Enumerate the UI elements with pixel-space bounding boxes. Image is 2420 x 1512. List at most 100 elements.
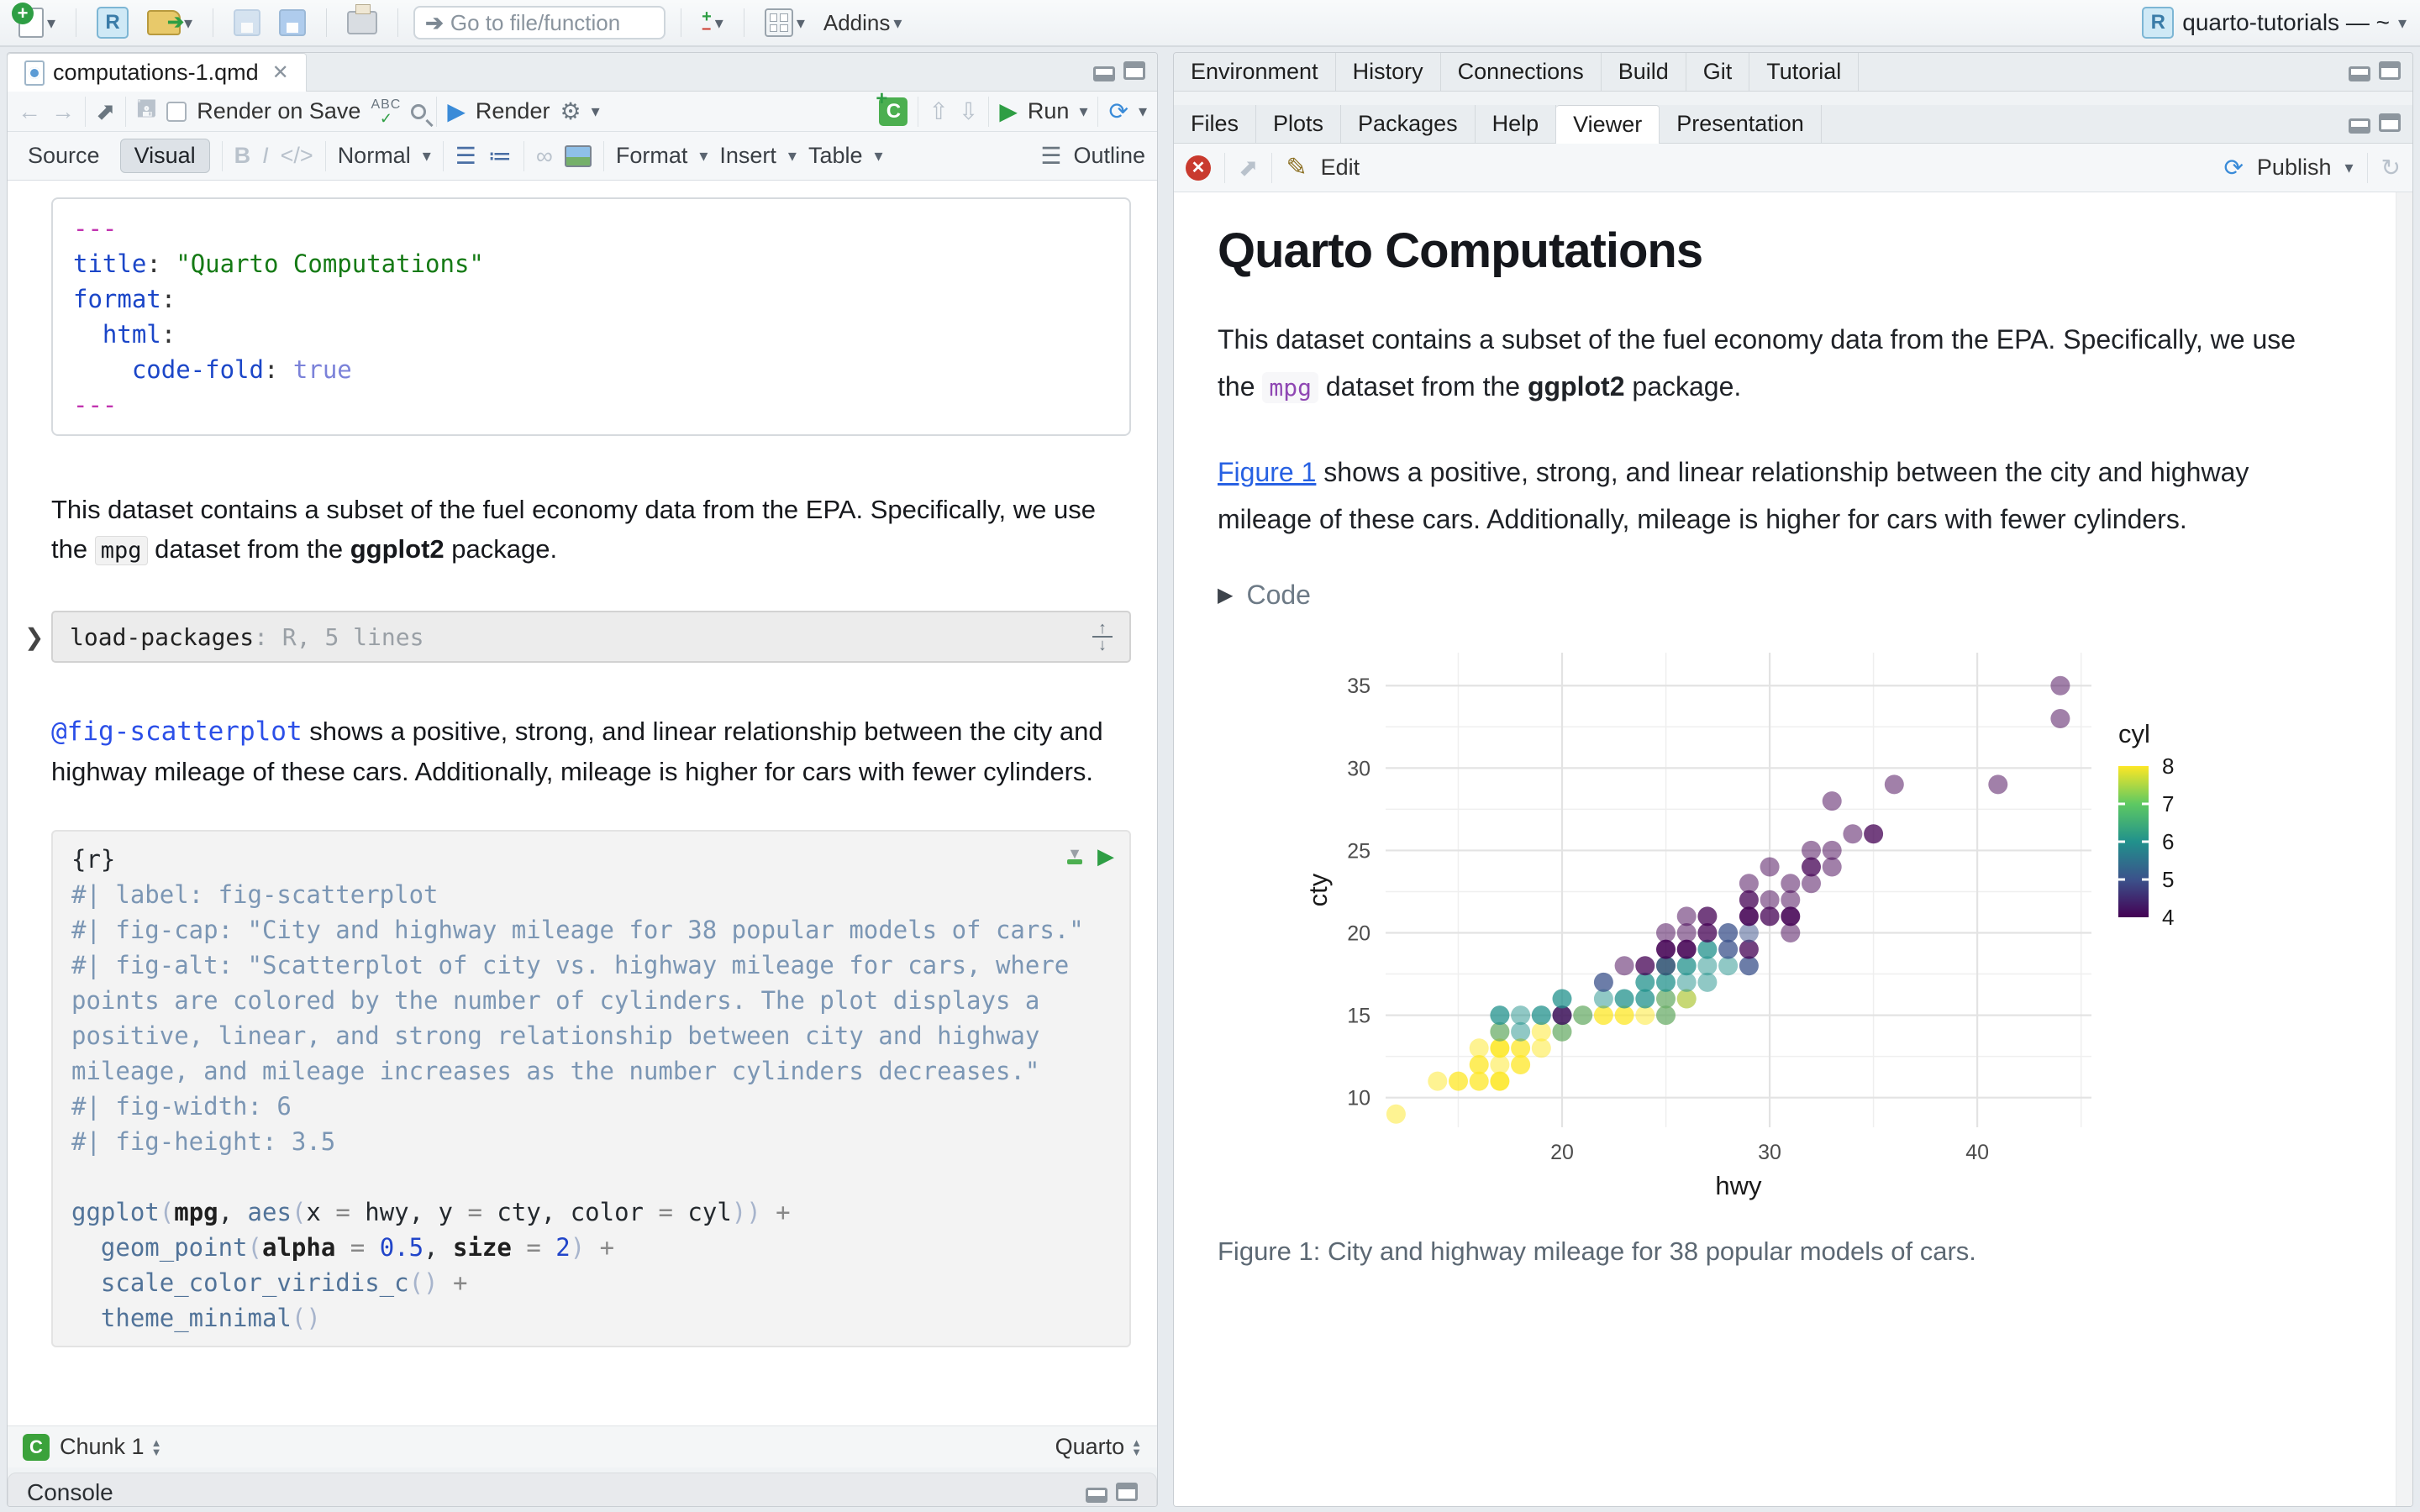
run-chunk-icon[interactable]: ▶ xyxy=(1097,843,1114,869)
addins-button[interactable]: Addins ▾ xyxy=(818,7,908,39)
italic-button[interactable]: I xyxy=(262,143,269,169)
tab-help[interactable]: Help xyxy=(1476,105,1557,143)
data-point xyxy=(1718,923,1738,942)
tab-history[interactable]: History xyxy=(1336,53,1441,91)
minimize-pane-icon[interactable] xyxy=(2349,118,2370,134)
code-format-button[interactable]: </> xyxy=(281,143,313,169)
data-point xyxy=(1553,1022,1572,1042)
chunk-position[interactable]: Chunk 1 xyxy=(60,1434,145,1460)
render-button[interactable]: Render xyxy=(476,98,550,124)
tab-packages[interactable]: Packages xyxy=(1341,105,1476,143)
insert-chunk-button[interactable]: C xyxy=(879,97,908,126)
print-button[interactable] xyxy=(342,8,382,38)
text-run: ggplot2 xyxy=(1528,371,1625,402)
outline-toggle[interactable]: Outline xyxy=(1073,143,1145,169)
stop-icon[interactable]: ✕ xyxy=(1186,155,1211,181)
doc-type-label[interactable]: Quarto xyxy=(1055,1434,1125,1460)
maximize-pane-icon[interactable] xyxy=(1116,1483,1138,1501)
tab-viewer[interactable]: Viewer xyxy=(1556,105,1660,144)
data-point xyxy=(1677,906,1697,926)
back-icon[interactable]: ← xyxy=(18,98,41,125)
minimize-pane-icon[interactable] xyxy=(2349,66,2370,81)
project-selector[interactable]: R quarto-tutorials — ~ ▾ xyxy=(2142,7,2407,39)
table-dropdown[interactable]: Table xyxy=(808,143,863,169)
editor-paragraph-2[interactable]: @fig-scatterplot shows a positive, stron… xyxy=(51,711,1135,791)
data-point xyxy=(1697,923,1717,942)
collapsed-chunk-load-packages[interactable]: ❯ load-packages : R, 5 lines ↑↓ xyxy=(51,611,1131,663)
tab-computations-qmd[interactable]: computations-1.qmd ✕ xyxy=(8,53,307,92)
run-button[interactable]: Run xyxy=(1028,98,1070,124)
tab-build[interactable]: Build xyxy=(1602,53,1686,91)
go-next-chunk-icon[interactable]: ⇩ xyxy=(959,97,978,125)
format-dropdown[interactable]: Format xyxy=(616,143,688,169)
pane-layout-button[interactable]: ▾ xyxy=(760,5,810,40)
yaml-front-matter[interactable]: ---title: "Quarto Computations"format: h… xyxy=(51,197,1131,436)
maximize-pane-icon[interactable] xyxy=(2379,61,2401,80)
numbered-list-icon[interactable]: ≔ xyxy=(488,142,512,170)
link-icon[interactable]: ∞ xyxy=(536,143,553,170)
chevron-down-icon: ▾ xyxy=(592,101,600,122)
bold-button[interactable]: B xyxy=(234,143,251,169)
open-file-button[interactable]: ➔ ▾ xyxy=(142,7,197,39)
bullet-list-icon[interactable]: ☰ xyxy=(455,142,476,170)
data-point xyxy=(1823,858,1842,877)
minimize-pane-icon[interactable] xyxy=(1086,1488,1107,1503)
tab-plots[interactable]: Plots xyxy=(1256,105,1341,143)
maximize-pane-icon[interactable] xyxy=(2379,113,2401,132)
save-button[interactable] xyxy=(229,6,266,39)
forward-icon[interactable]: → xyxy=(51,98,75,125)
tab-tutorial[interactable]: Tutorial xyxy=(1749,53,1859,91)
search-icon[interactable] xyxy=(411,104,426,119)
new-file-button[interactable]: + ▾ xyxy=(13,4,60,41)
editor-paragraph-1[interactable]: This dataset contains a subset of the fu… xyxy=(51,490,1135,570)
r-code-chunk[interactable]: ▼ ▶ {r}#| label: fig-scatterplot#| fig-c… xyxy=(51,830,1131,1347)
gear-icon[interactable]: ⚙ xyxy=(560,97,581,125)
render-on-save-checkbox[interactable] xyxy=(166,102,187,122)
source-rerun-icon[interactable]: ⟳ xyxy=(1108,97,1128,125)
doc-type-nav-icon[interactable]: ▲▼ xyxy=(1131,1438,1142,1457)
maximize-pane-icon[interactable] xyxy=(1123,61,1145,80)
console-header[interactable]: Console xyxy=(8,1473,1157,1507)
expand-chevron-icon[interactable]: ❯ xyxy=(24,623,44,651)
visual-mode-button[interactable]: Visual xyxy=(120,139,210,173)
goto-file-input[interactable]: ➔ Go to file/function xyxy=(413,6,666,39)
code-line: {r} xyxy=(71,842,1111,877)
edit-button[interactable]: Edit xyxy=(1321,155,1360,181)
insert-dropdown[interactable]: Insert xyxy=(719,143,776,169)
refresh-icon[interactable]: ↻ xyxy=(2381,154,2401,181)
run-all-above-icon[interactable]: ▼ xyxy=(1067,849,1082,864)
code-disclosure[interactable]: ▶ Code xyxy=(1218,580,2379,611)
close-icon[interactable]: ✕ xyxy=(272,60,289,85)
save-all-button[interactable] xyxy=(274,6,311,39)
figure-link[interactable]: Figure 1 xyxy=(1218,457,1316,487)
tab-git[interactable]: Git xyxy=(1686,53,1750,91)
source-mode-button[interactable]: Source xyxy=(19,139,108,172)
editor-toolbar: ← → ⬈ 🖪 Render on Save ABC✓ ▶ Render ⚙ ▾… xyxy=(8,92,1157,132)
data-point xyxy=(1635,956,1655,975)
version-control-button[interactable]: +– ▾ xyxy=(697,8,729,38)
tab-files[interactable]: Files xyxy=(1174,105,1256,143)
tab-presentation[interactable]: Presentation xyxy=(1660,105,1822,143)
spellcheck-icon[interactable]: ABC✓ xyxy=(371,98,401,125)
visual-editor-canvas[interactable]: ---title: "Quarto Computations"format: h… xyxy=(8,181,1157,1425)
image-icon[interactable] xyxy=(565,145,592,167)
tab-connections[interactable]: Connections xyxy=(1441,53,1602,91)
svg-text:cyl: cyl xyxy=(2118,719,2150,748)
inline-code: mpg xyxy=(1262,372,1318,403)
paragraph-style-dropdown[interactable]: Normal xyxy=(338,143,411,169)
chunk-nav-icon[interactable]: ▲▼ xyxy=(151,1438,162,1457)
tab-environment[interactable]: Environment xyxy=(1174,53,1336,91)
popout-icon[interactable]: ⬈ xyxy=(1239,154,1258,181)
svg-text:10: 10 xyxy=(1347,1087,1370,1110)
expand-chunk-icon[interactable]: ↑↓ xyxy=(1092,622,1113,651)
save-doc-icon[interactable]: 🖪 xyxy=(136,92,156,132)
scrollbar-gutter[interactable] xyxy=(2396,192,2412,1507)
go-prev-chunk-icon[interactable]: ⇧ xyxy=(929,97,948,125)
data-point xyxy=(1656,990,1676,1009)
popout-icon[interactable]: ⬈ xyxy=(96,97,115,125)
publish-button[interactable]: Publish xyxy=(2257,155,2332,181)
new-project-button[interactable]: R xyxy=(92,3,134,42)
svg-text:35: 35 xyxy=(1347,675,1370,698)
outline-icon: ☰ xyxy=(1040,142,1061,170)
minimize-pane-icon[interactable] xyxy=(1093,66,1115,81)
